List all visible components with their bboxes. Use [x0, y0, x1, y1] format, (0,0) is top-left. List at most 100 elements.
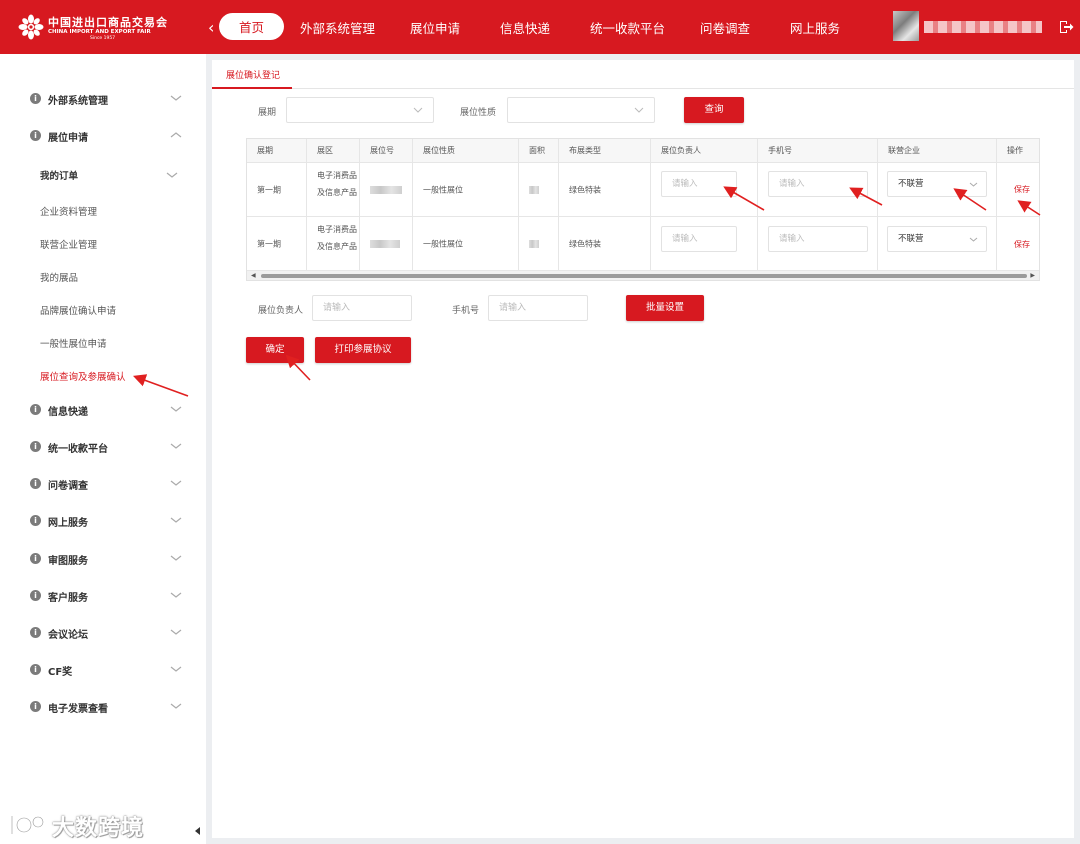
sidebar-collapse-icon[interactable] [193, 826, 203, 836]
confirm-button[interactable]: 确定 [246, 337, 304, 363]
cell-text: 第一期 [257, 239, 281, 248]
nav-survey[interactable]: 问卷调查 [700, 18, 750, 37]
column-header: 展位负责人 [651, 139, 758, 163]
nav-online-services[interactable]: 网上服务 [790, 18, 840, 37]
cell-decor-type: 绿色特装 [559, 217, 651, 271]
user-avatar[interactable] [893, 11, 919, 41]
row-save-link[interactable]: 保存 [1014, 239, 1030, 250]
nav-scroll-left-icon[interactable]: ‹ [208, 18, 214, 37]
cell-decor-type: 绿色特装 [559, 163, 651, 217]
top-header: 中国进出口商品交易会 CHINA IMPORT AND EXPORT FAIR … [0, 0, 1080, 54]
tab-booth-confirm[interactable]: 展位确认登记 [226, 68, 280, 81]
batch-contact-input[interactable]: 请输入 [312, 295, 412, 321]
row-phone-input[interactable]: 请输入 [768, 171, 868, 197]
sidebar-group-label: 外部系统管理 [48, 96, 108, 107]
chevron-down-icon [170, 95, 182, 101]
chevron-down-icon [170, 406, 182, 412]
booth-table: 展期 展区 展位号 展位性质 面积 布展类型 展位负责人 手机号 联营企业 操作… [246, 138, 1040, 281]
sidebar-group-forum[interactable]: i 会议论坛 [30, 624, 182, 644]
select-value: 不联营 [898, 234, 924, 244]
brand-name-cn: 中国进出口商品交易会 [48, 16, 168, 29]
period-select[interactable] [286, 97, 434, 123]
sidebar-group-survey[interactable]: i 问卷调查 [30, 475, 182, 495]
sidebar-group-label: 网上服务 [48, 518, 88, 529]
cell-text: 绿色特装 [569, 239, 601, 248]
nav-booth-application[interactable]: 展位申请 [410, 18, 460, 37]
sidebar-group-customer-service[interactable]: i 客户服务 [30, 587, 182, 607]
print-agreement-button[interactable]: 打印参展协议 [315, 337, 411, 363]
column-header: 面积 [519, 139, 559, 163]
column-header: 展位号 [360, 139, 413, 163]
nav-payment-platform[interactable]: 统一收款平台 [590, 18, 665, 37]
info-icon: i [30, 515, 41, 526]
chevron-down-icon [170, 629, 182, 635]
watermark-logo-icon [10, 815, 45, 834]
booth-nature-select[interactable] [507, 97, 655, 123]
cell-area [519, 217, 559, 271]
column-header: 布展类型 [559, 139, 651, 163]
batch-phone-label: 手机号 [452, 306, 480, 316]
scroll-left-icon[interactable]: ◀ [251, 272, 256, 279]
tab-divider [212, 88, 1074, 89]
cell-text: 绿色特装 [569, 185, 601, 194]
sidebar-group-news[interactable]: i 信息快递 [30, 401, 182, 421]
query-button[interactable]: 查询 [684, 97, 744, 123]
column-header: 展位性质 [413, 139, 519, 163]
period-label: 展期 [258, 108, 277, 118]
row-save-link[interactable]: 保存 [1014, 184, 1030, 195]
chevron-down-icon [413, 107, 423, 113]
blurred-booth-no [370, 185, 402, 194]
chevron-down-icon [969, 182, 978, 187]
row-partner-select[interactable]: 不联营 [887, 226, 987, 252]
batch-set-button[interactable]: 批量设置 [626, 295, 704, 321]
scroll-right-icon[interactable]: ▶ [1030, 272, 1035, 279]
sidebar-item-my-exhibits[interactable]: 我的展品 [40, 270, 78, 284]
sidebar-item-booth-query-confirm[interactable]: 展位查询及参展确认 [40, 369, 126, 383]
info-icon: i [30, 553, 41, 564]
logout-icon[interactable] [1058, 19, 1074, 35]
cell-period: 第一期 [247, 163, 307, 217]
nav-external-systems[interactable]: 外部系统管理 [300, 18, 375, 37]
chevron-down-icon [634, 107, 644, 113]
scrollbar-thumb[interactable] [261, 274, 1027, 278]
sidebar-group-label: 问卷调查 [48, 481, 88, 492]
booth-nature-label: 展位性质 [460, 108, 497, 118]
nav-news[interactable]: 信息快递 [500, 18, 550, 37]
table-horizontal-scrollbar[interactable]: ◀ ▶ [247, 270, 1039, 280]
row-phone-input[interactable]: 请输入 [768, 226, 868, 252]
sidebar-group-online-services[interactable]: i 网上服务 [30, 512, 182, 532]
row-contact-input[interactable]: 请输入 [661, 226, 737, 252]
sidebar-item-general-booth-apply[interactable]: 一般性展位申请 [40, 336, 107, 350]
cell-booth-no [360, 217, 413, 271]
sidebar-group-external-systems[interactable]: i 外部系统管理 [30, 90, 182, 110]
blurred-area [529, 239, 539, 248]
row-contact-input[interactable]: 请输入 [661, 171, 737, 197]
cell-period: 第一期 [247, 217, 307, 271]
select-value: 不联营 [898, 179, 924, 189]
sidebar-group-payment-platform[interactable]: i 统一收款平台 [30, 438, 182, 458]
sidebar-group-e-invoice[interactable]: i 电子发票查看 [30, 698, 182, 718]
brand-since: Since 1957 [90, 36, 116, 41]
cell-area [519, 163, 559, 217]
info-icon: i [30, 590, 41, 601]
cell-zone: 电子消费品及信息产品 [307, 217, 360, 271]
brand-logo[interactable]: 中国进出口商品交易会 CHINA IMPORT AND EXPORT FAIR … [14, 8, 167, 46]
cell-zone: 电子消费品及信息产品 [307, 163, 360, 217]
sidebar-group-drawing-review[interactable]: i 审图服务 [30, 550, 182, 570]
sidebar-item-company-profile[interactable]: 企业资料管理 [40, 204, 97, 218]
sidebar-group-booth-application[interactable]: i 展位申请 [30, 127, 182, 147]
chevron-down-icon[interactable] [166, 170, 178, 180]
column-header: 展期 [247, 139, 307, 163]
sidebar-item-joint-companies[interactable]: 联营企业管理 [40, 237, 97, 251]
cell-text: 一般性展位 [423, 239, 463, 248]
nav-home[interactable]: 首页 [219, 13, 285, 40]
sidebar-group-label: 会议论坛 [48, 630, 88, 641]
sidebar-item-brand-booth-confirm[interactable]: 品牌展位确认申请 [40, 303, 116, 317]
row-partner-select[interactable]: 不联营 [887, 171, 987, 197]
user-name-blurred [924, 21, 1042, 33]
sidebar-item-my-orders[interactable]: 我的订单 [40, 168, 78, 182]
info-icon: i [30, 93, 41, 104]
batch-phone-input[interactable]: 请输入 [488, 295, 588, 321]
info-icon: i [30, 441, 41, 452]
sidebar-group-cf-award[interactable]: i CF奖 [30, 661, 182, 681]
